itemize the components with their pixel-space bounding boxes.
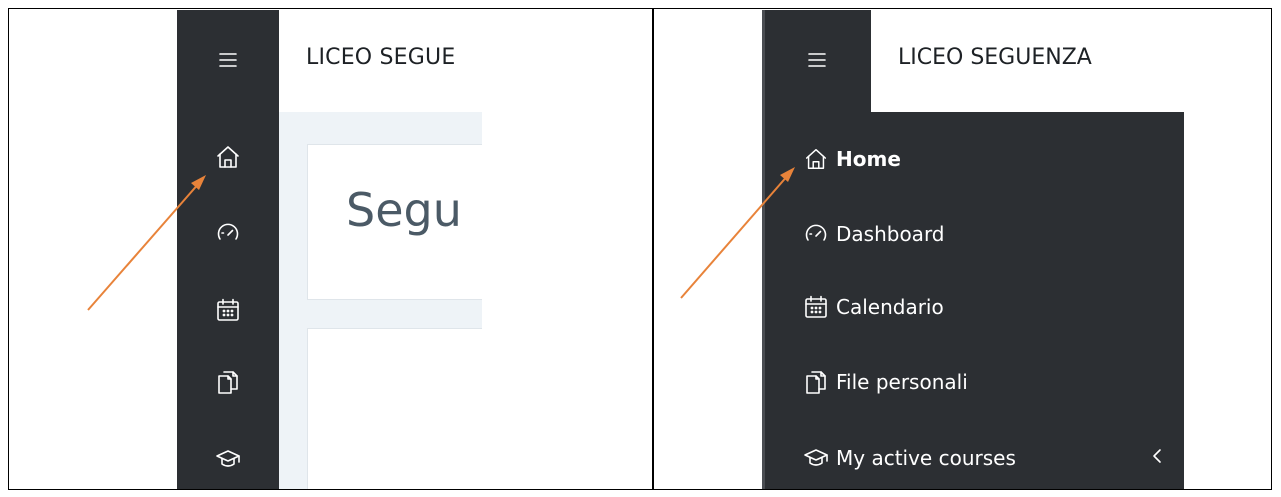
- right-menu-toggle-button[interactable]: [795, 38, 839, 82]
- chevron-left-icon[interactable]: [1150, 446, 1164, 471]
- course-title: Segu: [346, 183, 462, 237]
- rail-calendar-button[interactable]: [206, 288, 250, 332]
- right-site-title[interactable]: LICEO SEGUENZA: [898, 45, 1092, 70]
- nav-item-label: Calendario: [836, 295, 944, 319]
- nav-item-label: My active courses: [836, 446, 1016, 470]
- rail-courses-button[interactable]: [206, 437, 250, 481]
- home-icon: [800, 143, 832, 175]
- left-content-area: Segu: [279, 112, 482, 489]
- left-menu-toggle-button[interactable]: [206, 38, 250, 82]
- files-icon: [218, 371, 238, 394]
- nav-item-label: Home: [836, 147, 901, 171]
- calendar-icon: [217, 298, 239, 321]
- nav-item-home[interactable]: Home: [800, 137, 1170, 181]
- nav-item-dashboard[interactable]: Dashboard: [800, 212, 1170, 256]
- left-site-title[interactable]: LICEO SEGUE: [306, 45, 455, 70]
- nav-item-calendario[interactable]: Calendario: [800, 285, 1170, 329]
- calendar-icon: [800, 291, 832, 323]
- course-content-card: [307, 328, 482, 489]
- nav-item-file-personali[interactable]: File personali: [800, 360, 1170, 404]
- dashboard-icon: [800, 218, 832, 250]
- nav-item-label: File personali: [836, 370, 968, 394]
- hamburger-icon: [808, 53, 826, 67]
- right-header: LICEO SEGUENZA: [871, 10, 1184, 112]
- home-icon: [217, 146, 239, 168]
- dashboard-icon: [217, 223, 239, 240]
- nav-item-label: Dashboard: [836, 222, 945, 246]
- left-header: LICEO SEGUE: [279, 10, 482, 112]
- files-icon: [800, 366, 832, 398]
- nav-item-my-active-courses[interactable]: My active courses: [800, 436, 1170, 480]
- rail-files-button[interactable]: [206, 360, 250, 404]
- course-header-card: Segu: [307, 144, 482, 300]
- courses-icon: [800, 442, 832, 474]
- hamburger-icon: [219, 53, 237, 67]
- courses-icon: [216, 450, 240, 467]
- rail-home-button[interactable]: [206, 135, 250, 179]
- panel-divider: [652, 8, 654, 490]
- rail-dashboard-button[interactable]: [206, 211, 250, 255]
